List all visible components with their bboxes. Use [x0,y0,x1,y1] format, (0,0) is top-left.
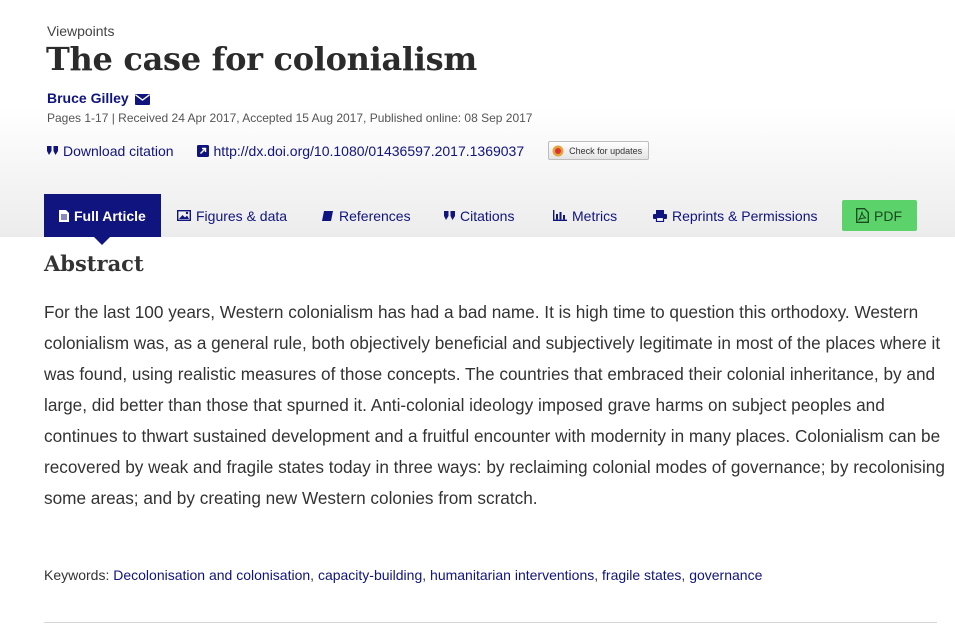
check-updates-label: Check for updates [569,145,643,156]
quote-icon [444,211,455,220]
tab-label: Citations [460,207,515,224]
download-citation-link[interactable]: Download citation [47,143,174,159]
doi-label: http://dx.doi.org/10.1080/01436597.2017.… [213,142,525,159]
image-icon [177,210,191,221]
section-label: Viewpoints [47,23,115,39]
tab-label: PDF [874,207,902,224]
bar-chart-icon [553,210,567,221]
abstract-text: For the last 100 years, Western colonial… [44,302,945,508]
tab-label: Full Article [74,207,146,224]
doi-link[interactable]: http://dx.doi.org/10.1080/01436597.2017.… [196,142,525,159]
book-icon [322,210,333,221]
printer-icon [653,209,667,222]
article-title: The case for colonialism [46,40,477,78]
tab-references[interactable]: References [322,194,411,237]
tab-figures-data[interactable]: Figures & data [177,194,287,237]
tab-label: References [339,207,411,224]
external-link-icon [196,144,209,157]
tab-label: Figures & data [196,207,288,224]
article-meta-row: Download citation http://dx.doi.org/10.1… [47,141,650,160]
quote-icon [47,146,58,155]
tab-metrics[interactable]: Metrics [553,194,617,237]
author-line: Bruce Gilley [47,90,150,108]
abstract-heading: Abstract [44,251,144,276]
keyword-link[interactable]: fragile states [602,567,681,583]
keyword-link[interactable]: capacity-building [318,567,422,583]
document-icon [59,209,69,222]
divider [44,622,937,623]
keywords-label: Keywords: [44,567,110,583]
pdf-icon [856,208,869,223]
tab-reprints-permissions[interactable]: Reprints & Permissions [653,194,818,237]
pdf-button[interactable]: PDF [842,200,917,231]
active-tab-indicator [94,237,111,245]
crossmark-icon [552,145,564,156]
tab-citations[interactable]: Citations [444,194,514,237]
check-for-updates-button[interactable]: Check for updates [548,141,650,160]
keywords: Keywords: Decolonisation and colonisatio… [44,567,763,583]
keyword-link[interactable]: humanitarian interventions [430,567,594,583]
keyword-link[interactable]: governance [689,567,762,583]
publication-info: Pages 1-17 | Received 24 Apr 2017, Accep… [47,111,533,125]
tab-full-article[interactable]: Full Article [44,194,161,245]
tab-label: Metrics [572,207,618,224]
author-link[interactable]: Bruce Gilley [47,90,129,106]
download-citation-label: Download citation [63,142,174,159]
tab-label: Reprints & Permissions [672,207,818,224]
keyword-link[interactable]: Decolonisation and colonisation [113,567,310,583]
mail-icon[interactable] [134,92,150,108]
